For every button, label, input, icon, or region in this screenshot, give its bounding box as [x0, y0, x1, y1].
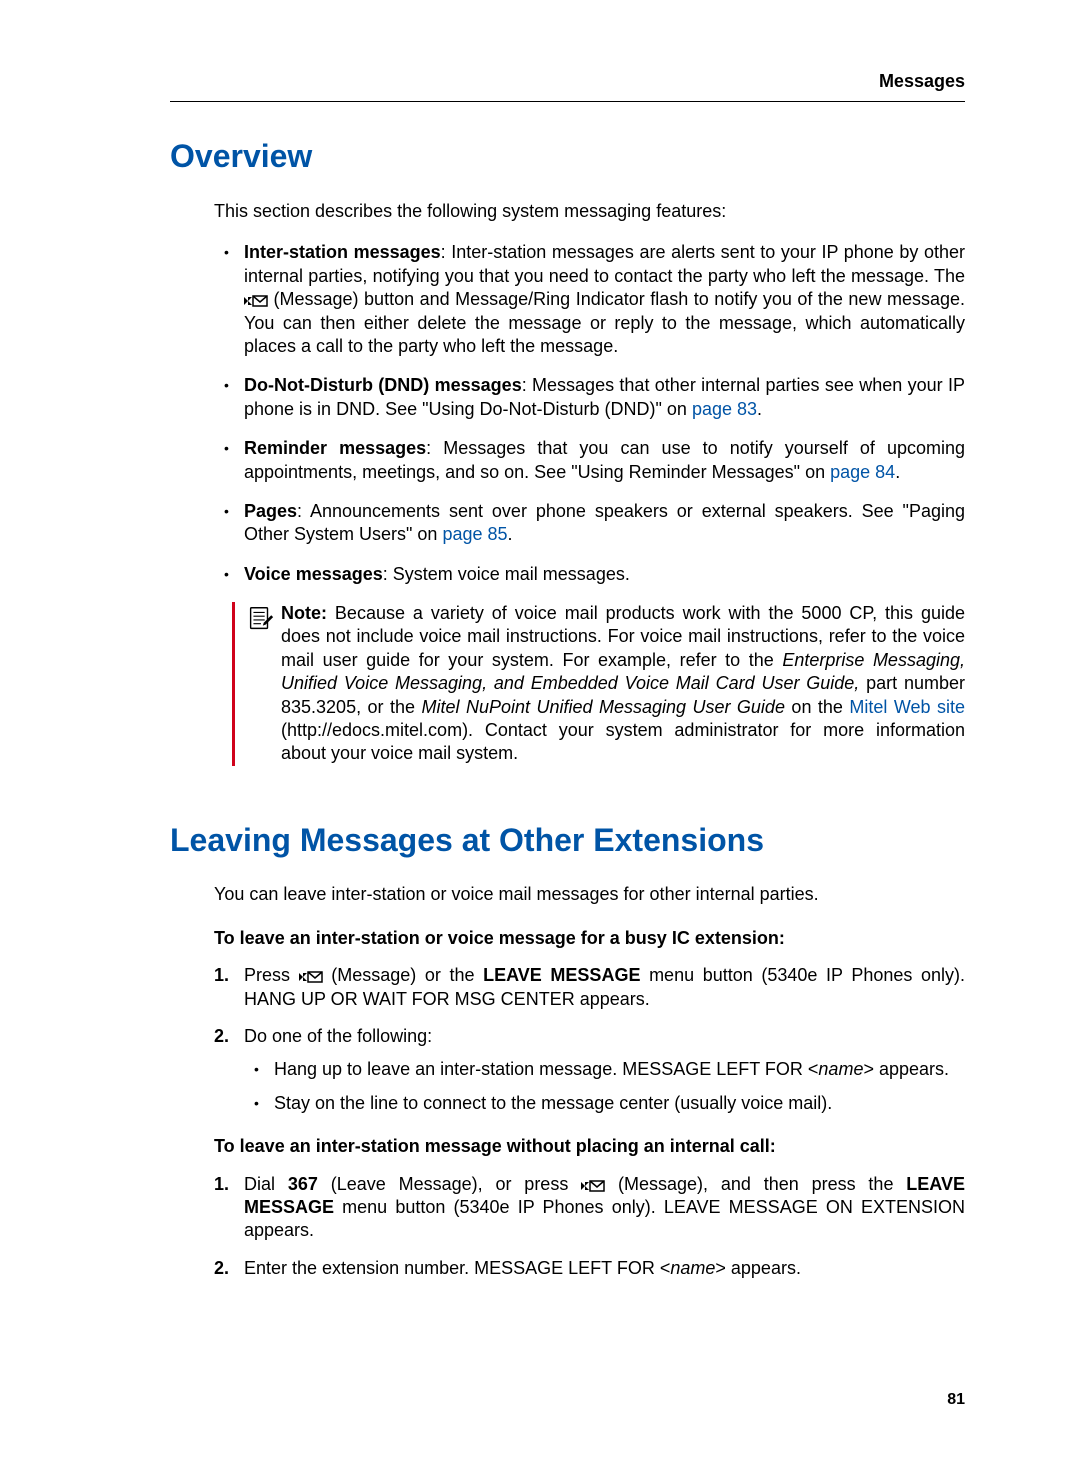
heading-leaving: Leaving Messages at Other Extensions: [170, 820, 965, 862]
note-icon: [245, 602, 281, 766]
heading-overview: Overview: [170, 136, 965, 178]
message-icon: [581, 1177, 605, 1193]
link-page-84[interactable]: page 84: [830, 462, 895, 482]
overview-list: Inter-station messages: Inter-station me…: [244, 241, 965, 586]
link-mitel-site[interactable]: Mitel Web site: [849, 697, 965, 717]
leaving-intro: You can leave inter-station or voice mai…: [214, 883, 965, 906]
proc1-substeps: Hang up to leave an inter-station messag…: [274, 1058, 965, 1115]
page-number: 81: [170, 1390, 965, 1411]
item-voice: Voice messages: System voice mail messag…: [244, 563, 965, 586]
proc2-title: To leave an inter-station message withou…: [214, 1135, 965, 1158]
running-header: Messages: [170, 70, 965, 102]
item-dnd: Do-Not-Disturb (DND) messages: Messages …: [244, 374, 965, 421]
note-text: Note: Because a variety of voice mail pr…: [281, 602, 965, 766]
link-page-83[interactable]: page 83: [692, 399, 757, 419]
proc2-step1: 1. Dial 367 (Leave Message), or press (M…: [244, 1173, 965, 1243]
message-icon: [299, 968, 323, 984]
item-pages: Pages: Announcements sent over phone spe…: [244, 500, 965, 547]
proc1-title: To leave an inter-station or voice messa…: [214, 927, 965, 950]
proc1-sub2: Stay on the line to connect to the messa…: [274, 1092, 965, 1115]
message-icon: [244, 292, 268, 308]
section-overview: Overview This section describes the foll…: [170, 136, 965, 765]
overview-intro: This section describes the following sys…: [214, 200, 965, 223]
section-leaving: Leaving Messages at Other Extensions You…: [170, 820, 965, 1280]
note-box: Note: Because a variety of voice mail pr…: [232, 602, 965, 766]
proc1-step1: 1. Press (Message) or the LEAVE MESSAGE …: [244, 964, 965, 1011]
proc1-sub1: Hang up to leave an inter-station messag…: [274, 1058, 965, 1081]
proc2-step2: 2. Enter the extension number. MESSAGE L…: [244, 1257, 965, 1280]
proc2-steps: 1. Dial 367 (Leave Message), or press (M…: [244, 1173, 965, 1281]
header-section-label: Messages: [879, 71, 965, 91]
item-reminder: Reminder messages: Messages that you can…: [244, 437, 965, 484]
item-inter-station: Inter-station messages: Inter-station me…: [244, 241, 965, 358]
proc1-steps: 1. Press (Message) or the LEAVE MESSAGE …: [244, 964, 965, 1115]
proc1-step2: 2. Do one of the following: Hang up to l…: [244, 1025, 965, 1115]
link-page-85[interactable]: page 85: [442, 524, 507, 544]
